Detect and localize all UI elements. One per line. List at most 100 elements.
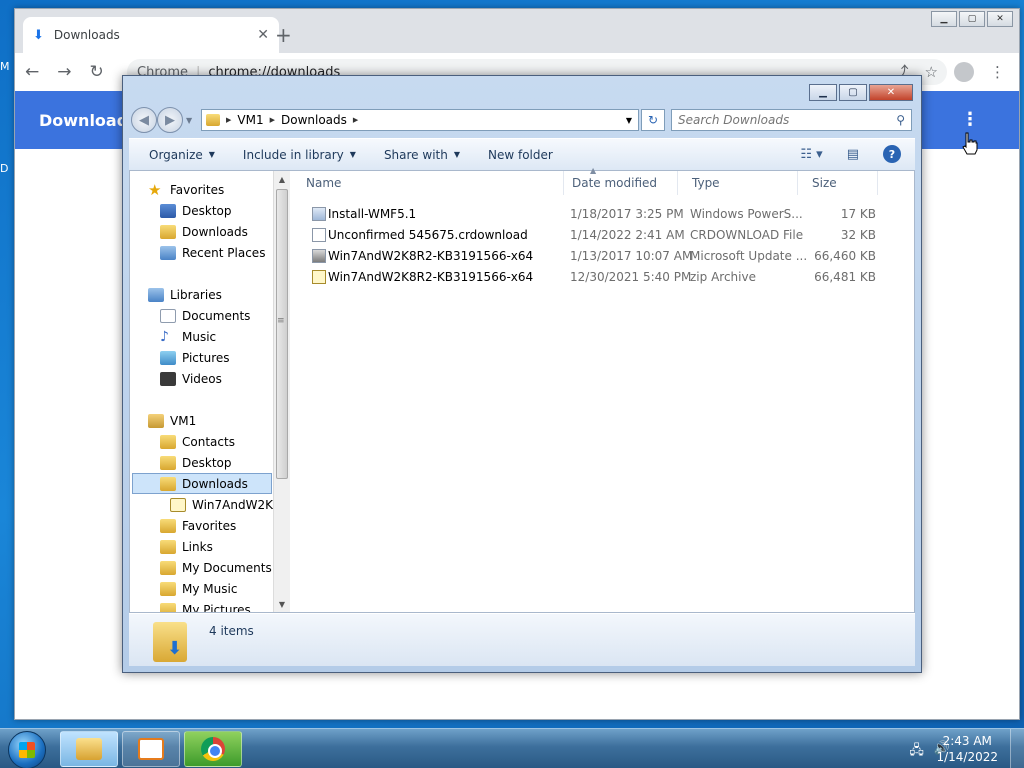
organize-button[interactable]: Organize ▼ bbox=[149, 148, 215, 162]
nav-win7-subfolder[interactable]: Win7AndW2K8 bbox=[170, 494, 281, 515]
forward-button[interactable]: ▶ bbox=[157, 107, 183, 133]
desktop-icon-label-fragment: M bbox=[0, 60, 10, 73]
address-bar[interactable]: ▶ VM1 ▶ Downloads ▶ ▼ bbox=[201, 109, 639, 131]
share-with-button[interactable]: Share with ▼ bbox=[384, 148, 460, 162]
file-size: 17 KB bbox=[840, 207, 876, 221]
file-name: Win7AndW2K8R2-KB3191566-x64 bbox=[328, 270, 534, 284]
file-type: CRDOWNLOAD File bbox=[690, 228, 804, 242]
close-button[interactable]: ✕ bbox=[869, 84, 913, 101]
search-box[interactable]: ⚲ bbox=[671, 109, 912, 131]
explorer-body: ★ Favorites Desktop Downloads Recent Plac… bbox=[129, 166, 915, 613]
videos-icon bbox=[160, 371, 176, 386]
nav-desktop-user[interactable]: Desktop bbox=[160, 452, 232, 473]
file-row[interactable]: Win7AndW2K8R2-KB3191566-x64 1/13/2017 10… bbox=[292, 246, 914, 267]
nav-documents[interactable]: Documents bbox=[160, 305, 250, 326]
nav-label: Recent Places bbox=[182, 245, 266, 260]
network-icon[interactable]: 🖧 bbox=[909, 741, 924, 763]
scroll-up-icon[interactable]: ▲ bbox=[274, 171, 290, 187]
nav-videos[interactable]: Videos bbox=[160, 368, 222, 389]
nav-favorites[interactable]: ★ Favorites bbox=[148, 179, 224, 200]
nav-downloads-user[interactable]: Downloads bbox=[132, 473, 272, 494]
file-row[interactable]: Install-WMF5.1 1/18/2017 3:25 PM Windows… bbox=[292, 204, 914, 225]
nav-favorites-user[interactable]: Favorites bbox=[160, 515, 236, 536]
nav-recent-places[interactable]: Recent Places bbox=[160, 242, 265, 263]
nav-vm1[interactable]: VM1 bbox=[148, 410, 196, 431]
profile-avatar[interactable] bbox=[954, 61, 974, 82]
maximize-button[interactable]: ▢ bbox=[839, 84, 867, 101]
breadcrumb-arrow-icon[interactable]: ▶ bbox=[226, 116, 231, 124]
breadcrumb-downloads[interactable]: Downloads bbox=[281, 113, 347, 127]
search-input[interactable] bbox=[678, 113, 897, 127]
recent-pages-dropdown-icon[interactable]: ▼ bbox=[186, 116, 192, 125]
column-header-name[interactable]: Name bbox=[292, 171, 564, 195]
file-name: Install-WMF5.1 bbox=[328, 207, 417, 221]
minimize-button[interactable]: ▁ bbox=[809, 84, 837, 101]
new-folder-button[interactable]: New folder bbox=[488, 148, 553, 162]
taskbar: 🖧 🔊 2:43 AM 1/14/2022 bbox=[0, 728, 1024, 768]
forward-icon[interactable]: → bbox=[57, 62, 71, 82]
column-header-date[interactable]: Date modified bbox=[558, 171, 678, 195]
nav-label: Desktop bbox=[182, 203, 232, 218]
nav-my-documents[interactable]: My Documents bbox=[160, 557, 272, 578]
nav-label: Downloads bbox=[182, 224, 248, 239]
chrome-menu-icon[interactable]: ⋮ bbox=[990, 63, 1005, 81]
back-icon[interactable]: ← bbox=[25, 62, 39, 82]
maximize-button[interactable]: ▢ bbox=[959, 11, 985, 27]
file-type: zip Archive bbox=[690, 270, 756, 284]
command-bar-right: ☷ ▾ ▤ ? bbox=[800, 145, 901, 163]
minimize-button[interactable]: ▁ bbox=[931, 11, 957, 27]
downloads-menu-icon[interactable]: ⋮ bbox=[961, 109, 979, 130]
nav-downloads[interactable]: Downloads bbox=[160, 221, 248, 242]
column-header-size[interactable]: Size bbox=[798, 171, 878, 195]
reload-icon[interactable]: ↻ bbox=[90, 62, 104, 82]
libraries-icon bbox=[148, 287, 164, 302]
nav-my-pictures[interactable]: My Pictures bbox=[160, 599, 251, 612]
nav-music[interactable]: ♪ Music bbox=[160, 326, 216, 347]
scroll-down-icon[interactable]: ▼ bbox=[274, 596, 290, 612]
media-player-icon bbox=[138, 738, 164, 760]
breadcrumb-vm1[interactable]: VM1 bbox=[237, 113, 263, 127]
nav-pane-scrollbar[interactable]: ▲ ≡ ▼ bbox=[273, 171, 290, 612]
file-row[interactable]: Unconfirmed 545675.crdownload 1/14/2022 … bbox=[292, 225, 914, 246]
file-type: Microsoft Update ... bbox=[690, 249, 808, 263]
breadcrumb-arrow-icon[interactable]: ▶ bbox=[353, 116, 358, 124]
nav-links[interactable]: Links bbox=[160, 536, 213, 557]
nav-contacts[interactable]: Contacts bbox=[160, 431, 235, 452]
show-desktop-button[interactable] bbox=[1010, 729, 1024, 768]
taskbar-media-player-button[interactable] bbox=[122, 731, 180, 767]
breadcrumb-arrow-icon[interactable]: ▶ bbox=[270, 116, 275, 124]
address-dropdown-icon[interactable]: ▼ bbox=[626, 116, 638, 125]
close-button[interactable]: ✕ bbox=[987, 11, 1013, 27]
downloads-folder-icon bbox=[160, 224, 176, 239]
nav-libraries[interactable]: Libraries bbox=[148, 284, 222, 305]
nav-label: Music bbox=[182, 329, 217, 344]
nav-label: Downloads bbox=[182, 476, 248, 491]
bookmark-star-icon[interactable]: ☆ bbox=[925, 63, 938, 81]
chrome-window-controls: ▁ ▢ ✕ bbox=[931, 11, 1013, 27]
help-icon[interactable]: ? bbox=[883, 145, 901, 163]
nav-desktop[interactable]: Desktop bbox=[160, 200, 232, 221]
change-view-icon[interactable]: ☷ ▾ bbox=[800, 147, 822, 162]
include-in-library-button[interactable]: Include in library ▼ bbox=[243, 148, 356, 162]
refresh-button[interactable]: ↻ bbox=[641, 109, 665, 131]
scroll-thumb[interactable] bbox=[276, 189, 288, 479]
taskbar-chrome-button[interactable] bbox=[184, 731, 242, 767]
nav-my-music[interactable]: My Music bbox=[160, 578, 237, 599]
clock[interactable]: 2:43 AM 1/14/2022 bbox=[936, 733, 998, 765]
file-row[interactable]: Win7AndW2K8R2-KB3191566-x64 12/30/2021 5… bbox=[292, 267, 914, 288]
nav-label: Pictures bbox=[182, 350, 230, 365]
taskbar-explorer-button[interactable] bbox=[60, 731, 118, 767]
start-button[interactable] bbox=[8, 731, 46, 768]
nav-pictures[interactable]: Pictures bbox=[160, 347, 230, 368]
pictures-icon bbox=[160, 350, 176, 365]
nav-label: Favorites bbox=[170, 182, 225, 197]
search-icon[interactable]: ⚲ bbox=[896, 113, 905, 127]
new-tab-button[interactable]: + bbox=[275, 23, 292, 47]
column-header-type[interactable]: Type bbox=[678, 171, 798, 195]
close-tab-icon[interactable]: ✕ bbox=[257, 27, 269, 43]
nav-label: My Documents bbox=[182, 560, 272, 575]
tab-downloads[interactable]: ⬇ Downloads ✕ bbox=[23, 17, 279, 53]
preview-pane-icon[interactable]: ▤ bbox=[847, 147, 859, 162]
tab-title: Downloads bbox=[53, 28, 120, 42]
back-button[interactable]: ◀ bbox=[131, 107, 157, 133]
